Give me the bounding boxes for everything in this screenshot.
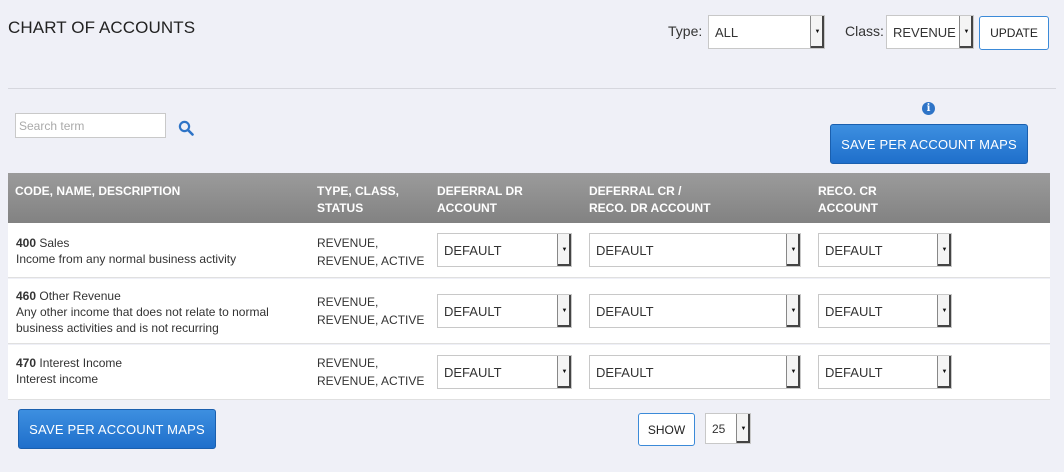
dropdown-arrow-icon: ▼ xyxy=(786,295,800,327)
class-select[interactable]: REVENUE ▼ xyxy=(886,15,974,49)
type-select-value: ALL xyxy=(715,24,739,40)
account-description: Any other income that does not relate to… xyxy=(16,305,269,319)
dropdown-arrow-icon: ▼ xyxy=(557,295,571,327)
deferral-cr-select[interactable]: DEFAULT ▼ xyxy=(589,233,801,267)
deferral-dr-select[interactable]: DEFAULT ▼ xyxy=(437,355,572,389)
account-code: 460 xyxy=(16,289,37,303)
deferral-cr-select[interactable]: DEFAULT ▼ xyxy=(589,355,801,389)
class-status-line: REVENUE, ACTIVE xyxy=(317,313,425,327)
page-size-value: 25 xyxy=(712,421,726,436)
dropdown-arrow-icon: ▼ xyxy=(937,356,951,388)
deferral-cr-value: DEFAULT xyxy=(596,364,654,380)
account-name: Sales xyxy=(39,236,70,250)
dropdown-arrow-icon: ▼ xyxy=(557,356,571,388)
class-status-line: REVENUE, ACTIVE xyxy=(317,374,425,388)
update-button[interactable]: UPDATE xyxy=(979,16,1049,50)
account-name: Other Revenue xyxy=(39,289,121,303)
account-code: 400 xyxy=(16,236,37,250)
dropdown-arrow-icon: ▼ xyxy=(959,16,973,48)
account-cell: 400 Sales Income from any normal busines… xyxy=(16,235,236,267)
account-name: Interest Income xyxy=(39,356,123,370)
deferral-cr-value: DEFAULT xyxy=(596,303,654,319)
header-divider xyxy=(8,88,1056,89)
account-cell: 470 Interest Income Interest income xyxy=(16,355,122,387)
dropdown-arrow-icon: ▼ xyxy=(786,234,800,266)
type-class-cell: REVENUE, REVENUE, ACTIVE xyxy=(317,234,424,270)
page-title: CHART OF ACCOUNTS xyxy=(8,18,196,37)
account-description-line2: business activities and is not recurring xyxy=(16,321,219,335)
account-cell: 460 Other Revenue Any other income that … xyxy=(16,288,269,336)
reco-cr-value: DEFAULT xyxy=(825,242,883,258)
page-size-select[interactable]: 25 ▼ xyxy=(705,413,751,444)
reco-cr-value: DEFAULT xyxy=(825,364,883,380)
dropdown-arrow-icon: ▼ xyxy=(557,234,571,266)
account-code: 470 xyxy=(16,356,37,370)
type-line: REVENUE, xyxy=(317,356,379,370)
type-class-cell: REVENUE, REVENUE, ACTIVE xyxy=(317,293,424,329)
save-account-maps-button-bottom[interactable]: SAVE PER ACCOUNT MAPS xyxy=(18,409,216,449)
class-select-value: REVENUE xyxy=(893,24,956,40)
deferral-dr-select[interactable]: DEFAULT ▼ xyxy=(437,233,572,267)
info-icon[interactable]: i xyxy=(922,102,935,115)
table-row: 400 Sales Income from any normal busines… xyxy=(8,223,1050,278)
type-filter-label: Type: xyxy=(668,23,703,39)
search-icon[interactable] xyxy=(178,120,194,136)
save-account-maps-button-top[interactable]: SAVE PER ACCOUNT MAPS xyxy=(830,124,1028,164)
type-line: REVENUE, xyxy=(317,236,379,250)
deferral-dr-select[interactable]: DEFAULT ▼ xyxy=(437,294,572,328)
dropdown-arrow-icon: ▼ xyxy=(736,414,750,443)
type-line: REVENUE, xyxy=(317,295,379,309)
reco-cr-value: DEFAULT xyxy=(825,303,883,319)
reco-cr-select[interactable]: DEFAULT ▼ xyxy=(818,355,952,389)
deferral-cr-select[interactable]: DEFAULT ▼ xyxy=(589,294,801,328)
table-row: 470 Interest Income Interest income REVE… xyxy=(8,345,1050,400)
account-description: Interest income xyxy=(16,372,99,386)
column-header-reco-cr: RECO. CR ACCOUNT xyxy=(818,184,878,215)
dropdown-arrow-icon: ▼ xyxy=(786,356,800,388)
account-description: Income from any normal business activity xyxy=(16,252,237,266)
column-header-type-class: TYPE, CLASS, STATUS xyxy=(317,184,400,215)
dropdown-arrow-icon: ▼ xyxy=(937,295,951,327)
show-button[interactable]: SHOW xyxy=(638,413,695,446)
table-row: 460 Other Revenue Any other income that … xyxy=(8,279,1050,344)
table-header: CODE, NAME, DESCRIPTION TYPE, CLASS, STA… xyxy=(8,173,1050,223)
type-select[interactable]: ALL ▼ xyxy=(708,15,825,49)
class-filter-label: Class: xyxy=(845,23,884,39)
class-status-line: REVENUE, ACTIVE xyxy=(317,254,425,268)
type-class-cell: REVENUE, REVENUE, ACTIVE xyxy=(317,354,424,390)
column-header-deferral-dr: DEFERRAL DR ACCOUNT xyxy=(437,184,523,215)
column-header-code-name: CODE, NAME, DESCRIPTION xyxy=(15,184,181,198)
dropdown-arrow-icon: ▼ xyxy=(937,234,951,266)
reco-cr-select[interactable]: DEFAULT ▼ xyxy=(818,294,952,328)
deferral-dr-value: DEFAULT xyxy=(444,303,502,319)
search-input[interactable] xyxy=(15,113,166,138)
reco-cr-select[interactable]: DEFAULT ▼ xyxy=(818,233,952,267)
deferral-cr-value: DEFAULT xyxy=(596,242,654,258)
dropdown-arrow-icon: ▼ xyxy=(810,16,824,48)
deferral-dr-value: DEFAULT xyxy=(444,364,502,380)
column-header-deferral-cr: DEFERRAL CR / RECO. DR ACCOUNT xyxy=(589,184,711,215)
deferral-dr-value: DEFAULT xyxy=(444,242,502,258)
